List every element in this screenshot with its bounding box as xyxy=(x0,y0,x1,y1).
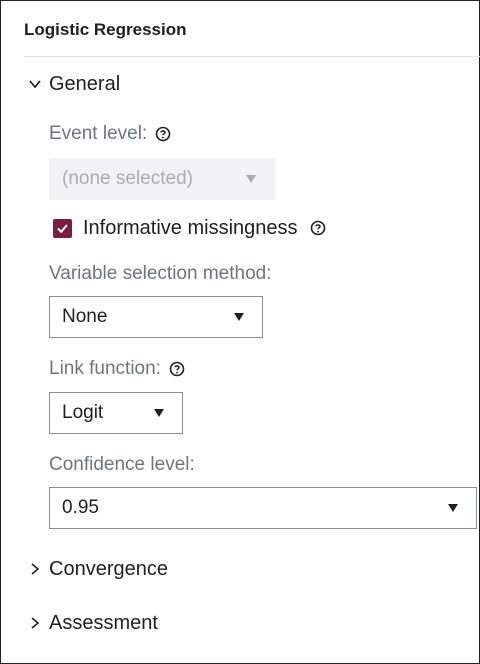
dropdown-caret-icon xyxy=(154,409,164,417)
section-convergence-label: Convergence xyxy=(49,557,168,580)
informative-missingness-label: Informative missingness xyxy=(83,216,298,239)
options-panel: Logistic Regression General Event level:… xyxy=(0,0,480,664)
variable-selection-label-text: Variable selection method: xyxy=(49,263,272,284)
panel-title: Logistic Regression xyxy=(24,20,187,39)
title-divider xyxy=(24,56,480,57)
chevron-right-icon xyxy=(31,617,40,629)
confidence-level-select[interactable]: 0.95 xyxy=(49,487,477,529)
chevron-down-icon xyxy=(29,80,41,89)
help-icon[interactable] xyxy=(310,220,326,236)
confidence-level-label: Confidence level: xyxy=(49,454,195,476)
section-general-header[interactable]: General xyxy=(28,72,120,96)
chevron-right-icon xyxy=(31,563,40,575)
confidence-level-value: 0.95 xyxy=(62,497,99,518)
event-level-select: (none selected) xyxy=(49,158,275,200)
confidence-level-label-text: Confidence level: xyxy=(49,454,195,475)
section-assessment-header[interactable]: Assessment xyxy=(28,611,158,635)
link-function-value: Logit xyxy=(62,402,104,423)
section-general-label: General xyxy=(49,72,121,95)
link-function-label-text: Link function: xyxy=(49,358,161,379)
dropdown-caret-icon xyxy=(448,504,458,512)
informative-missingness-checkbox[interactable] xyxy=(53,218,72,238)
event-level-value: (none selected) xyxy=(62,168,193,189)
help-icon[interactable] xyxy=(169,361,185,377)
variable-selection-label: Variable selection method: xyxy=(49,263,272,285)
informative-missingness-row: Informative missingness xyxy=(53,216,326,240)
section-assessment-label: Assessment xyxy=(49,611,158,634)
event-level-label-text: Event level: xyxy=(49,123,148,144)
variable-selection-value: None xyxy=(62,306,108,327)
dropdown-caret-icon xyxy=(246,175,256,183)
event-level-label: Event level: xyxy=(49,123,171,145)
link-function-label: Link function: xyxy=(49,358,185,380)
variable-selection-select[interactable]: None xyxy=(49,296,263,338)
dropdown-caret-icon xyxy=(234,313,244,321)
help-icon[interactable] xyxy=(155,126,171,142)
checkmark-icon xyxy=(57,223,68,233)
section-convergence-header[interactable]: Convergence xyxy=(28,557,168,581)
link-function-select[interactable]: Logit xyxy=(49,392,183,434)
